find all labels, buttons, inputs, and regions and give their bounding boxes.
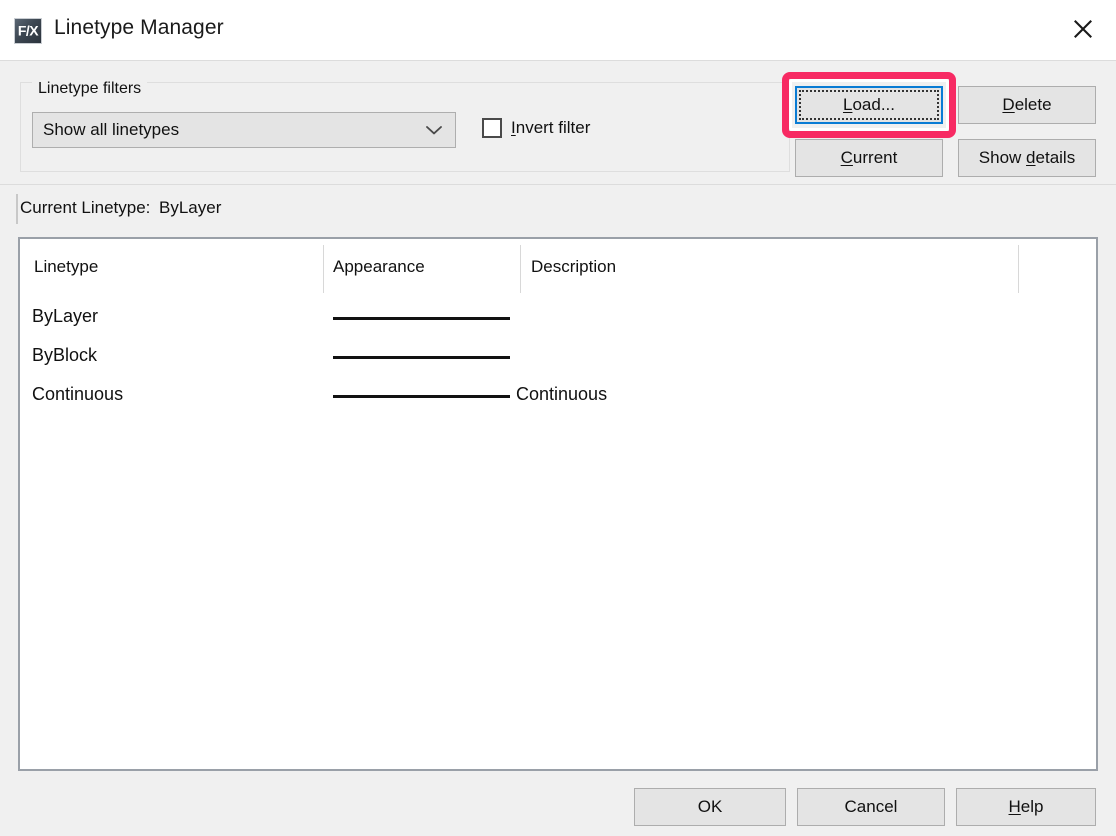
solid-line-icon <box>333 317 510 320</box>
column-separator[interactable] <box>1018 245 1019 293</box>
solid-line-icon <box>333 356 510 359</box>
linetype-filter-select[interactable]: Show all linetypes <box>32 112 456 148</box>
show-details-rest: etails <box>1035 148 1076 167</box>
invert-filter-checkbox[interactable] <box>482 118 502 138</box>
current-linetype-label: Current Linetype: <box>20 198 151 217</box>
show-details-button-label: Show details <box>979 148 1075 168</box>
current-linetype-accent <box>16 194 18 224</box>
column-header-linetype[interactable]: Linetype <box>34 257 98 277</box>
chevron-down-icon <box>413 124 455 136</box>
row-linetype-name: ByBlock <box>32 345 98 365</box>
cancel-button-label: Cancel <box>844 797 898 816</box>
delete-rest: elete <box>1014 95 1052 114</box>
current-button[interactable]: Current <box>795 139 943 177</box>
linetype-list-header: Linetype Appearance Description <box>20 239 1096 295</box>
load-rest: oad... <box>852 95 895 114</box>
ok-button[interactable]: OK <box>634 788 786 826</box>
column-separator[interactable] <box>323 245 324 293</box>
current-accel: C <box>840 148 853 167</box>
help-button[interactable]: Help <box>956 788 1096 826</box>
invert-filter-text: nvert filter <box>515 118 591 137</box>
fx-logo-icon: F/X <box>14 18 42 44</box>
invert-filter-checkbox-row[interactable]: Invert filter <box>482 118 590 138</box>
column-header-appearance[interactable]: Appearance <box>333 257 425 277</box>
show-details-button[interactable]: Show details <box>958 139 1096 177</box>
delete-accel: D <box>1002 95 1015 114</box>
cancel-button[interactable]: Cancel <box>797 788 945 826</box>
fx-logo-text: F/X <box>17 22 39 39</box>
solid-line-icon <box>333 395 510 398</box>
current-button-label: Current <box>841 148 898 168</box>
linetype-filters-legend: Linetype filters <box>32 80 148 98</box>
delete-button[interactable]: Delete <box>958 86 1096 124</box>
section-divider <box>0 184 1116 185</box>
load-button-label: Load... <box>843 95 895 115</box>
load-button[interactable]: Load... <box>795 86 943 124</box>
row-linetype-name: ByLayer <box>32 306 99 326</box>
show-details-prefix: Show <box>978 148 1027 167</box>
column-separator[interactable] <box>520 245 521 293</box>
column-header-description[interactable]: Description <box>531 257 616 277</box>
delete-button-label: Delete <box>1002 95 1051 115</box>
linetype-filter-select-value: Show all linetypes <box>43 120 180 139</box>
ok-button-label: OK <box>697 797 723 816</box>
row-description: Continuous <box>516 384 608 404</box>
row-linetype-name: Continuous <box>32 384 124 404</box>
title-bar: F/X Linetype Manager <box>0 0 1116 61</box>
current-rest: urrent <box>852 148 898 167</box>
help-button-label: Help <box>1009 797 1044 817</box>
window-title: Linetype Manager <box>54 16 224 39</box>
linetype-manager-dialog: F/X Linetype Manager Linetype filters Sh… <box>0 0 1116 836</box>
show-details-accel: d <box>1026 148 1036 167</box>
close-icon[interactable] <box>1050 0 1116 58</box>
table-row[interactable]: Continuous Continuous <box>20 377 1096 415</box>
table-row[interactable]: ByBlock <box>20 338 1096 376</box>
invert-filter-label: Invert filter <box>511 118 590 138</box>
table-row[interactable]: ByLayer <box>20 299 1096 337</box>
linetype-list[interactable]: Linetype Appearance Description ByLayer … <box>18 237 1098 771</box>
help-rest: elp <box>1020 797 1044 816</box>
current-linetype-value: ByLayer <box>159 198 222 217</box>
help-accel: H <box>1008 797 1021 816</box>
